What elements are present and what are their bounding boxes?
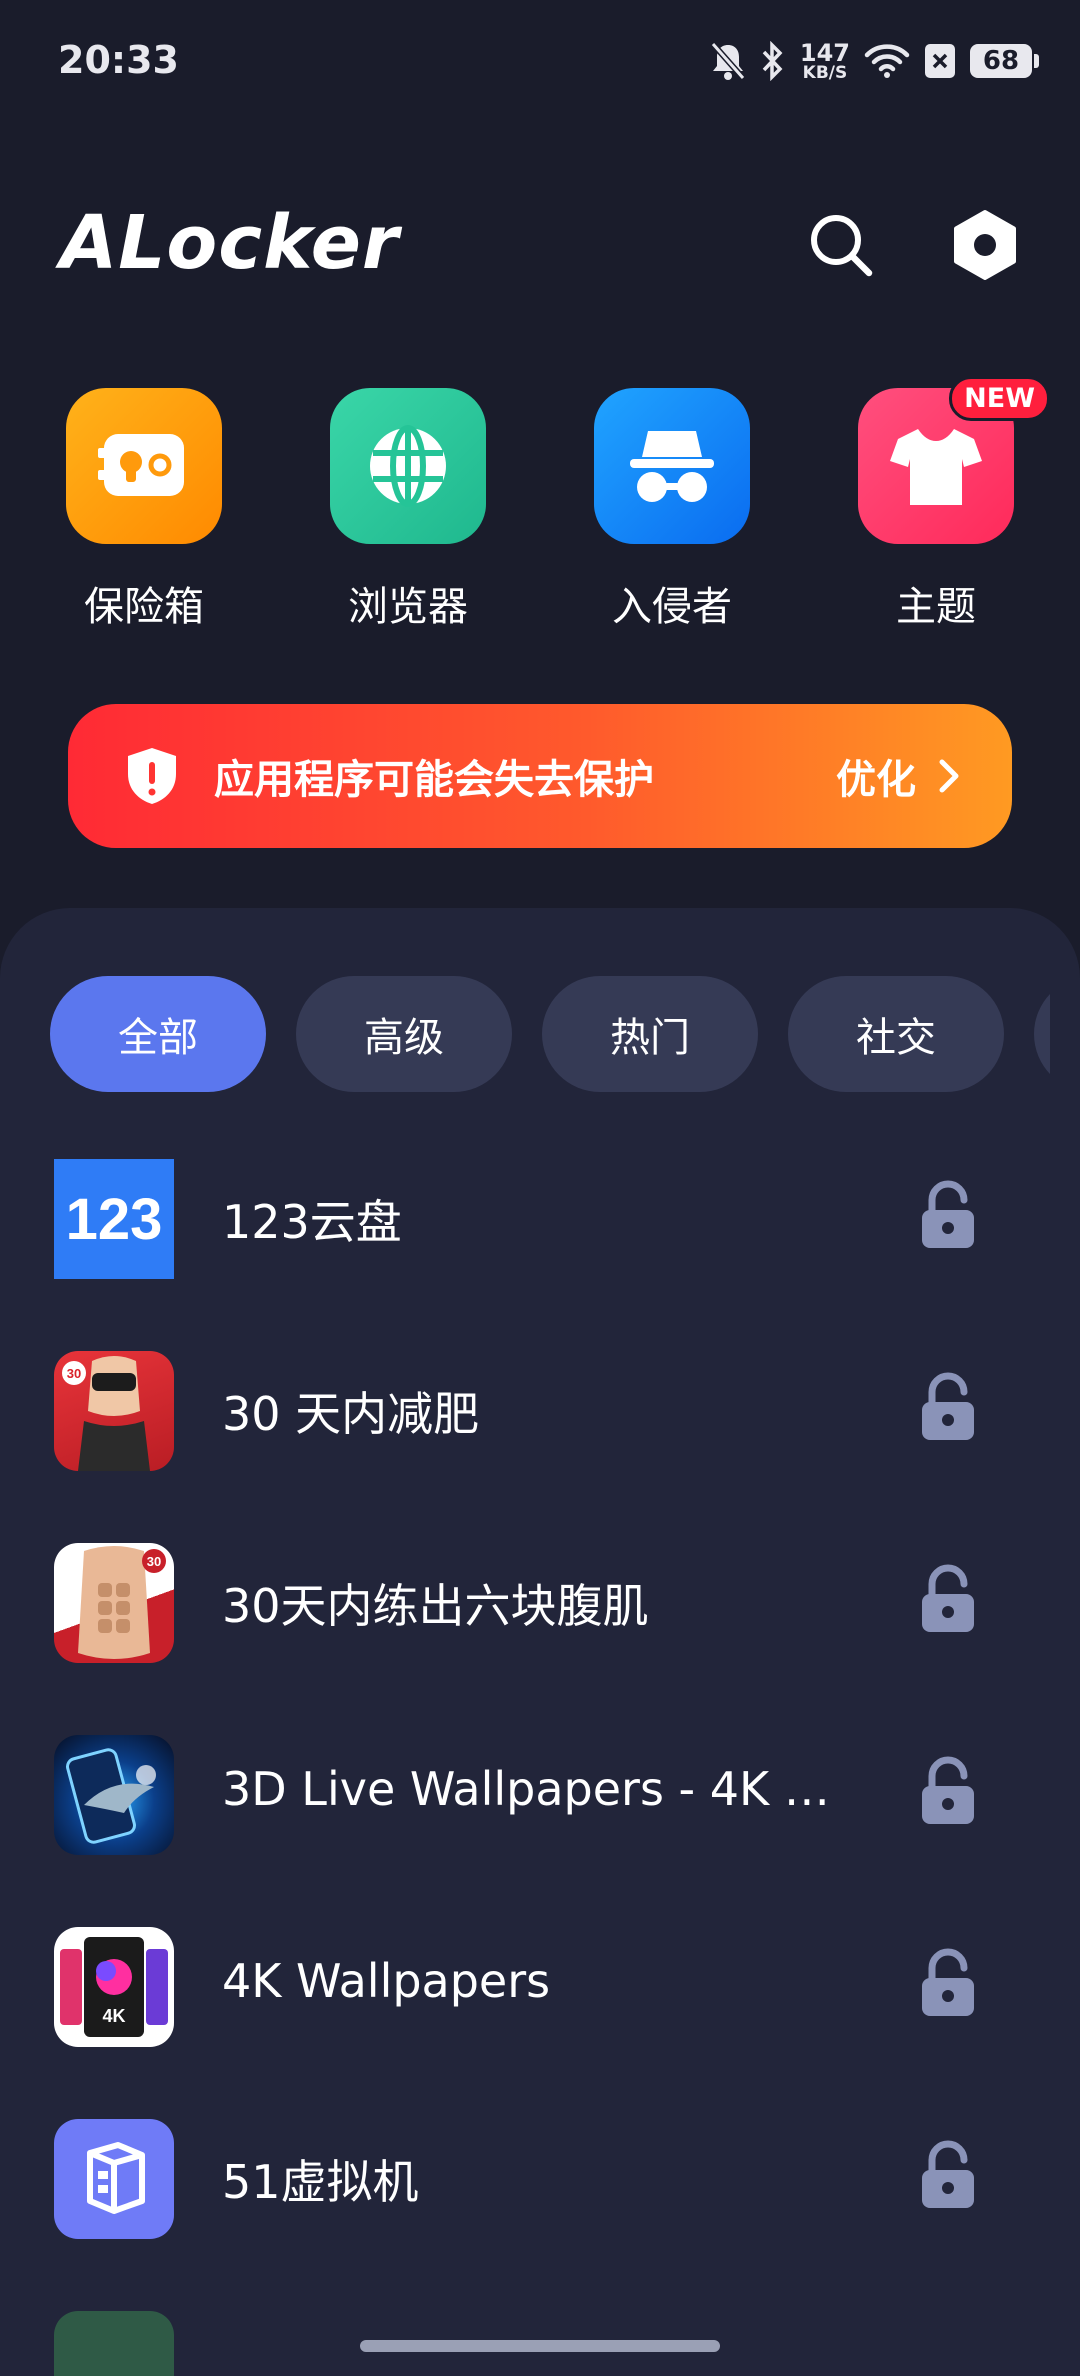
- settings-button[interactable]: [948, 208, 1022, 282]
- app-icon-lose-weight-glyph: 30: [62, 1356, 150, 1471]
- app-name: 123云盘: [222, 1195, 402, 1249]
- svg-text:123: 123: [66, 1187, 163, 1252]
- spy-icon: [630, 431, 714, 502]
- tile-intruder-label: 入侵者: [612, 584, 732, 630]
- app-icon-3d-live-wallpapers-glyph: [66, 1748, 156, 1844]
- bell-muted-icon: [710, 42, 746, 80]
- net-speed-unit: KB/S: [802, 62, 848, 83]
- app-name: 30天内练出六块腹肌: [222, 1579, 649, 1633]
- app-icon-lose-weight: 30: [54, 1351, 174, 1471]
- app-icon-six-pack: 30: [54, 1543, 174, 1663]
- unlock-icon[interactable]: [918, 1948, 978, 2018]
- unlock-icon[interactable]: [918, 1564, 978, 1634]
- app-name: 51虚拟机: [222, 2155, 419, 2209]
- chip-advanced[interactable]: 高级: [296, 976, 512, 1092]
- tile-intruder-bg: [594, 388, 750, 544]
- tile-theme-label: 主题: [896, 584, 976, 630]
- app-row-partial[interactable]: [0, 2288, 1080, 2376]
- chip-popular[interactable]: 热门: [542, 976, 758, 1092]
- close-box-icon: [925, 44, 955, 78]
- tile-browser[interactable]: 浏览器: [308, 388, 508, 632]
- app-icon-123pan-glyph: 123: [66, 1187, 163, 1252]
- app-name: 3D Live Wallpapers - 4K & ...: [222, 1762, 862, 1816]
- quick-tiles: 保险箱 浏览器 入侵者 NEW 主题: [0, 376, 1080, 638]
- app-icon-51vm-glyph: [87, 2142, 145, 2214]
- app-row[interactable]: 123 123云盘: [0, 1136, 1080, 1306]
- tile-browser-bg: [330, 388, 486, 544]
- tile-browser-label: 浏览器: [348, 584, 468, 630]
- net-speed: 147 KB/S: [800, 41, 850, 82]
- unlock-icon[interactable]: [918, 1372, 978, 1442]
- battery-icon: 68: [970, 44, 1039, 78]
- new-badge: NEW: [949, 376, 1050, 421]
- status-bar: 20:33 147 KB/S 68: [0, 0, 1080, 130]
- unlock-icon[interactable]: [918, 1180, 978, 1250]
- hexagon-settings-icon: [954, 210, 1016, 280]
- svg-text:4K: 4K: [102, 2006, 125, 2026]
- app-icon-3d-live-wallpapers: [54, 1735, 174, 1855]
- category-filter-chips[interactable]: 全部 高级 热门 社交: [50, 976, 1050, 1094]
- app-icon-4k-wallpapers-glyph: 4K: [60, 1937, 168, 2037]
- tile-vault[interactable]: 保险箱: [44, 388, 244, 632]
- chip-all[interactable]: 全部: [50, 976, 266, 1092]
- vault-icon: [98, 434, 184, 496]
- app-row[interactable]: 30 30天内练出六块腹肌: [0, 1520, 1080, 1690]
- svg-text:30: 30: [67, 1366, 81, 1381]
- search-button[interactable]: [804, 208, 878, 282]
- app-row[interactable]: 3D Live Wallpapers - 4K & ...: [0, 1712, 1080, 1882]
- unlock-icon[interactable]: [918, 2140, 978, 2210]
- tile-intruder[interactable]: 入侵者: [572, 388, 772, 632]
- wifi-icon: [864, 44, 910, 78]
- unlock-icon[interactable]: [918, 1756, 978, 1826]
- tile-vault-label: 保险箱: [84, 584, 204, 630]
- banner-text: 应用程序可能会失去保护: [214, 757, 654, 803]
- tile-theme-bg: NEW: [858, 376, 1050, 544]
- chip-more-partial[interactable]: [1034, 976, 1050, 1092]
- app-row[interactable]: 51虚拟机: [0, 2096, 1080, 2266]
- net-speed-value: 147: [799, 38, 850, 67]
- search-icon: [811, 215, 873, 277]
- app-title: ALocker: [60, 200, 400, 286]
- app-row[interactable]: 4K 4K Wallpapers: [0, 1904, 1080, 2074]
- app-icon-six-pack-glyph: 30: [78, 1546, 166, 1659]
- home-indicator[interactable]: [360, 2340, 720, 2352]
- chip-social[interactable]: 社交: [788, 976, 1004, 1092]
- shield-alert-icon: [128, 748, 176, 804]
- app-name: 30 天内减肥: [222, 1387, 480, 1441]
- bluetooth-icon: [762, 41, 783, 81]
- tile-theme[interactable]: NEW 主题: [836, 376, 1050, 632]
- tshirt-icon: [890, 429, 982, 505]
- app-icon-51vm: [54, 2119, 174, 2239]
- app-icon-4k-wallpapers: 4K: [54, 1927, 174, 2047]
- protection-warning-banner[interactable]: 应用程序可能会失去保护 优化: [68, 704, 1012, 848]
- app-name: 4K Wallpapers: [222, 1954, 551, 2008]
- tile-vault-bg: [66, 388, 222, 544]
- app-icon-partial: [54, 2311, 174, 2376]
- chevron-right-icon: [939, 759, 959, 793]
- app-row[interactable]: 30 30 天内减肥: [0, 1328, 1080, 1498]
- status-time: 20:33: [58, 38, 179, 82]
- optimize-button[interactable]: 优化: [836, 747, 916, 805]
- app-list-panel: 全部 高级 热门 社交 123 123云盘 30 30 天内减肥 30 30天内…: [0, 908, 1080, 2376]
- app-icon-123pan: 123: [54, 1159, 174, 1279]
- globe-icon: [370, 425, 446, 507]
- svg-text:30: 30: [147, 1554, 161, 1569]
- status-icons: 147 KB/S 68: [710, 36, 1039, 86]
